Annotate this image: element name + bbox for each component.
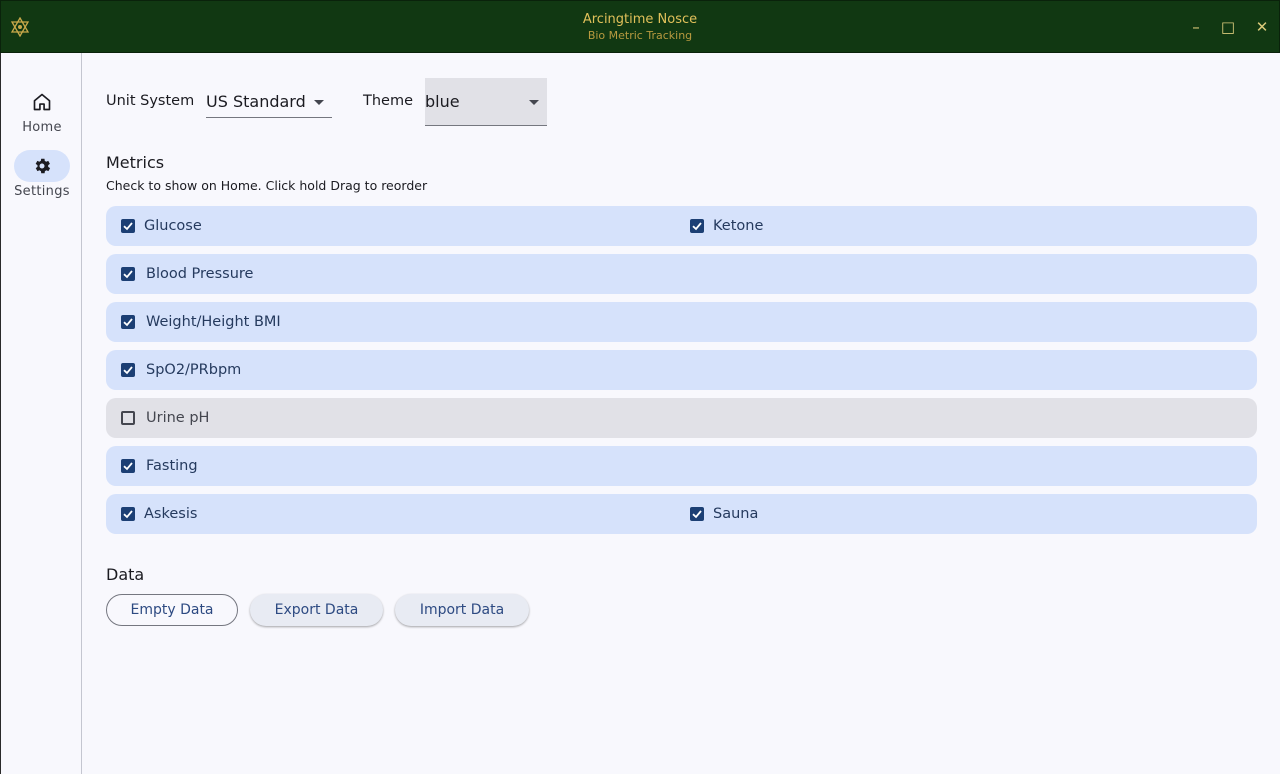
- metrics-title: Metrics: [106, 153, 165, 172]
- metric-label: Weight/Height BMI: [146, 314, 281, 330]
- import-data-button[interactable]: Import Data: [395, 594, 529, 626]
- metric-label: Urine pH: [146, 410, 210, 426]
- metric-askesis[interactable]: Askesis: [121, 494, 197, 534]
- check-icon: [123, 270, 133, 279]
- home-icon: [33, 93, 51, 111]
- check-icon: [123, 462, 133, 471]
- metric-glucose[interactable]: Glucose: [121, 206, 202, 246]
- checkbox-checked[interactable]: [121, 507, 135, 521]
- checkbox-checked[interactable]: [121, 219, 135, 233]
- metric-row[interactable]: Askesis Sauna: [106, 494, 1257, 534]
- metric-label: SpO2/PRbpm: [146, 362, 242, 378]
- chevron-down-icon: [314, 100, 324, 105]
- data-title: Data: [106, 565, 145, 584]
- theme-label: Theme: [363, 93, 414, 109]
- gear-icon: [35, 158, 51, 174]
- check-icon: [123, 222, 133, 231]
- unit-system-label: Unit System: [106, 93, 195, 109]
- close-button[interactable]: ✕: [1250, 14, 1274, 40]
- window-title-block: Arcingtime Nosce Bio Metric Tracking: [1, 12, 1279, 44]
- metric-label: Sauna: [713, 506, 759, 522]
- metric-urine-ph[interactable]: Urine pH: [121, 398, 209, 438]
- metric-row[interactable]: Glucose Ketone: [106, 206, 1257, 246]
- metric-label: Fasting: [146, 458, 198, 474]
- check-icon: [123, 510, 133, 519]
- metric-sauna[interactable]: Sauna: [690, 494, 758, 534]
- metric-blood-pressure[interactable]: Blood Pressure: [121, 254, 253, 294]
- window-title: Arcingtime Nosce: [582, 12, 698, 27]
- metrics-hint: Check to show on Home. Click hold Drag t…: [106, 178, 428, 193]
- nav-home-label: Home: [22, 120, 62, 135]
- check-icon: [123, 366, 133, 375]
- theme-value: blue: [425, 92, 460, 111]
- export-data-button[interactable]: Export Data: [250, 594, 383, 626]
- checkbox-checked[interactable]: [121, 267, 135, 281]
- navigation-rail: Home Settings: [0, 53, 82, 774]
- metric-label: Glucose: [144, 218, 202, 234]
- metric-row[interactable]: Fasting: [106, 446, 1257, 486]
- check-icon: [123, 318, 133, 327]
- metric-label: Askesis: [144, 506, 198, 522]
- maximize-button[interactable]: □: [1216, 14, 1240, 40]
- nav-settings-pill: [14, 150, 70, 182]
- metric-row[interactable]: Urine pH: [106, 398, 1257, 438]
- window-titlebar[interactable]: Arcingtime Nosce Bio Metric Tracking – □…: [0, 0, 1280, 53]
- nav-home-pill: [14, 86, 70, 118]
- metric-row[interactable]: Weight/Height BMI: [106, 302, 1257, 342]
- checkbox-checked[interactable]: [121, 315, 135, 329]
- empty-data-button[interactable]: Empty Data: [106, 594, 238, 626]
- minimize-button[interactable]: –: [1184, 14, 1208, 40]
- check-icon: [692, 510, 702, 519]
- metric-weight-height-bmi[interactable]: Weight/Height BMI: [121, 302, 281, 342]
- metric-label: Blood Pressure: [146, 266, 254, 282]
- checkbox-unchecked[interactable]: [121, 411, 135, 425]
- metric-row[interactable]: Blood Pressure: [106, 254, 1257, 294]
- nav-settings-label: Settings: [14, 184, 70, 199]
- checkbox-checked[interactable]: [690, 507, 704, 521]
- nav-item-settings[interactable]: Settings: [1, 150, 83, 199]
- check-icon: [692, 222, 702, 231]
- unit-system-value: US Standard: [206, 92, 306, 111]
- window-subtitle: Bio Metric Tracking: [587, 29, 693, 42]
- checkbox-checked[interactable]: [121, 459, 135, 473]
- checkbox-checked[interactable]: [690, 219, 704, 233]
- chevron-down-icon: [529, 100, 539, 105]
- nav-item-home[interactable]: Home: [1, 86, 83, 135]
- metric-row[interactable]: SpO2/PRbpm: [106, 350, 1257, 390]
- metric-fasting[interactable]: Fasting: [121, 446, 198, 486]
- metric-ketone[interactable]: Ketone: [690, 206, 763, 246]
- metric-label: Ketone: [713, 218, 764, 234]
- unit-system-dropdown[interactable]: US Standard: [206, 92, 332, 118]
- theme-dropdown[interactable]: blue: [425, 78, 547, 126]
- checkbox-checked[interactable]: [121, 363, 135, 377]
- metric-spo2-prbpm[interactable]: SpO2/PRbpm: [121, 350, 241, 390]
